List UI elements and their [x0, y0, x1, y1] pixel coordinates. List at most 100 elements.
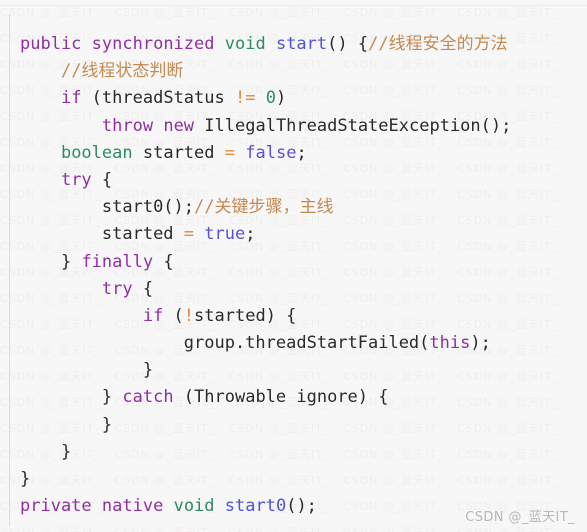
- top-divider: [0, 5, 587, 6]
- code-token: {: [91, 169, 113, 190]
- code-token: started) {: [194, 305, 297, 326]
- code-line: } finally {: [0, 249, 587, 276]
- code-line: throw new IllegalThreadStateException();: [0, 113, 587, 140]
- code-token: false: [245, 142, 297, 163]
- code-token: IllegalThreadStateException();: [204, 115, 512, 136]
- code-token: {: [153, 251, 174, 272]
- code-line: if (!started) {: [0, 303, 587, 330]
- code-token: }: [60, 251, 82, 272]
- code-token: if: [60, 88, 82, 109]
- code-token: try: [101, 278, 133, 299]
- code-token: start0: [224, 496, 287, 517]
- code-token: ;: [296, 142, 307, 163]
- code-token: private: [20, 496, 92, 517]
- code-token: start: [275, 34, 328, 54]
- code-token: }: [101, 414, 113, 435]
- code-token: start0();: [101, 197, 195, 218]
- code-line: started = true;: [0, 221, 587, 248]
- code-line: group.threadStartFailed(this);: [0, 330, 587, 357]
- code-token: //关键步骤，主线: [194, 197, 334, 218]
- code-token: !=: [235, 88, 256, 109]
- code-line: } catch (Throwable ignore) {: [0, 384, 587, 411]
- code-token: native: [101, 496, 164, 517]
- code-token: //线程安全的方法: [368, 34, 508, 54]
- code-line: public synchronized void start() {//线程安全…: [0, 31, 587, 58]
- code-token: ();: [286, 496, 317, 517]
- code-token: }: [60, 441, 72, 462]
- code-line: try {: [0, 276, 587, 303]
- code-line: if (threadStatus != 0): [0, 85, 587, 112]
- code-token: if: [142, 305, 164, 326]
- code-token: true: [204, 224, 246, 245]
- code-token: ): [275, 88, 287, 109]
- code-line: }: [0, 439, 587, 466]
- code-token: started: [101, 224, 174, 245]
- csdn-watermark: CSDN @_蓝天IT_: [465, 510, 575, 525]
- code-token: }: [20, 469, 31, 489]
- code-line: }: [0, 466, 587, 493]
- code-block[interactable]: public synchronized void start() {//线程安全…: [0, 31, 587, 520]
- code-token: throw: [101, 115, 154, 136]
- code-token: {: [132, 278, 154, 299]
- code-token: void: [173, 496, 215, 517]
- code-token: (Throwable ignore) {: [173, 387, 389, 408]
- code-line: start0();//关键步骤，主线: [0, 194, 587, 221]
- code-token: boolean: [60, 142, 133, 163]
- code-token: 0: [265, 88, 276, 109]
- code-token: public: [20, 34, 82, 54]
- code-token: finally: [81, 251, 154, 272]
- code-token: );: [470, 333, 491, 354]
- code-token: (: [163, 305, 184, 326]
- code-token: synchronized: [91, 34, 215, 54]
- code-token: try: [60, 169, 92, 190]
- code-token: }: [101, 387, 123, 408]
- code-token: group.threadStartFailed(: [183, 333, 430, 354]
- code-token: =: [224, 142, 236, 163]
- code-line: try {: [0, 167, 587, 194]
- code-token: started: [142, 142, 215, 163]
- code-token: catch: [122, 387, 174, 408]
- code-token: this: [429, 333, 471, 354]
- code-snippet-screenshot: CSDN @_蓝天IT_ CSDN @_蓝天IT_ CSDN @_蓝天IT_ C…: [0, 0, 587, 532]
- code-token: threadStatus: [101, 88, 225, 109]
- code-line: }: [0, 412, 587, 439]
- code-token: }: [142, 360, 154, 381]
- code-token: void: [224, 34, 266, 54]
- code-line: }: [0, 357, 587, 384]
- code-token: //线程状态判断: [60, 61, 184, 82]
- code-token: () {: [327, 34, 369, 54]
- code-token: =: [183, 224, 195, 245]
- code-token: (: [81, 88, 102, 109]
- code-line: boolean started = false;: [0, 140, 587, 167]
- code-token: new: [163, 115, 195, 136]
- code-line: //线程状态判断: [0, 58, 587, 85]
